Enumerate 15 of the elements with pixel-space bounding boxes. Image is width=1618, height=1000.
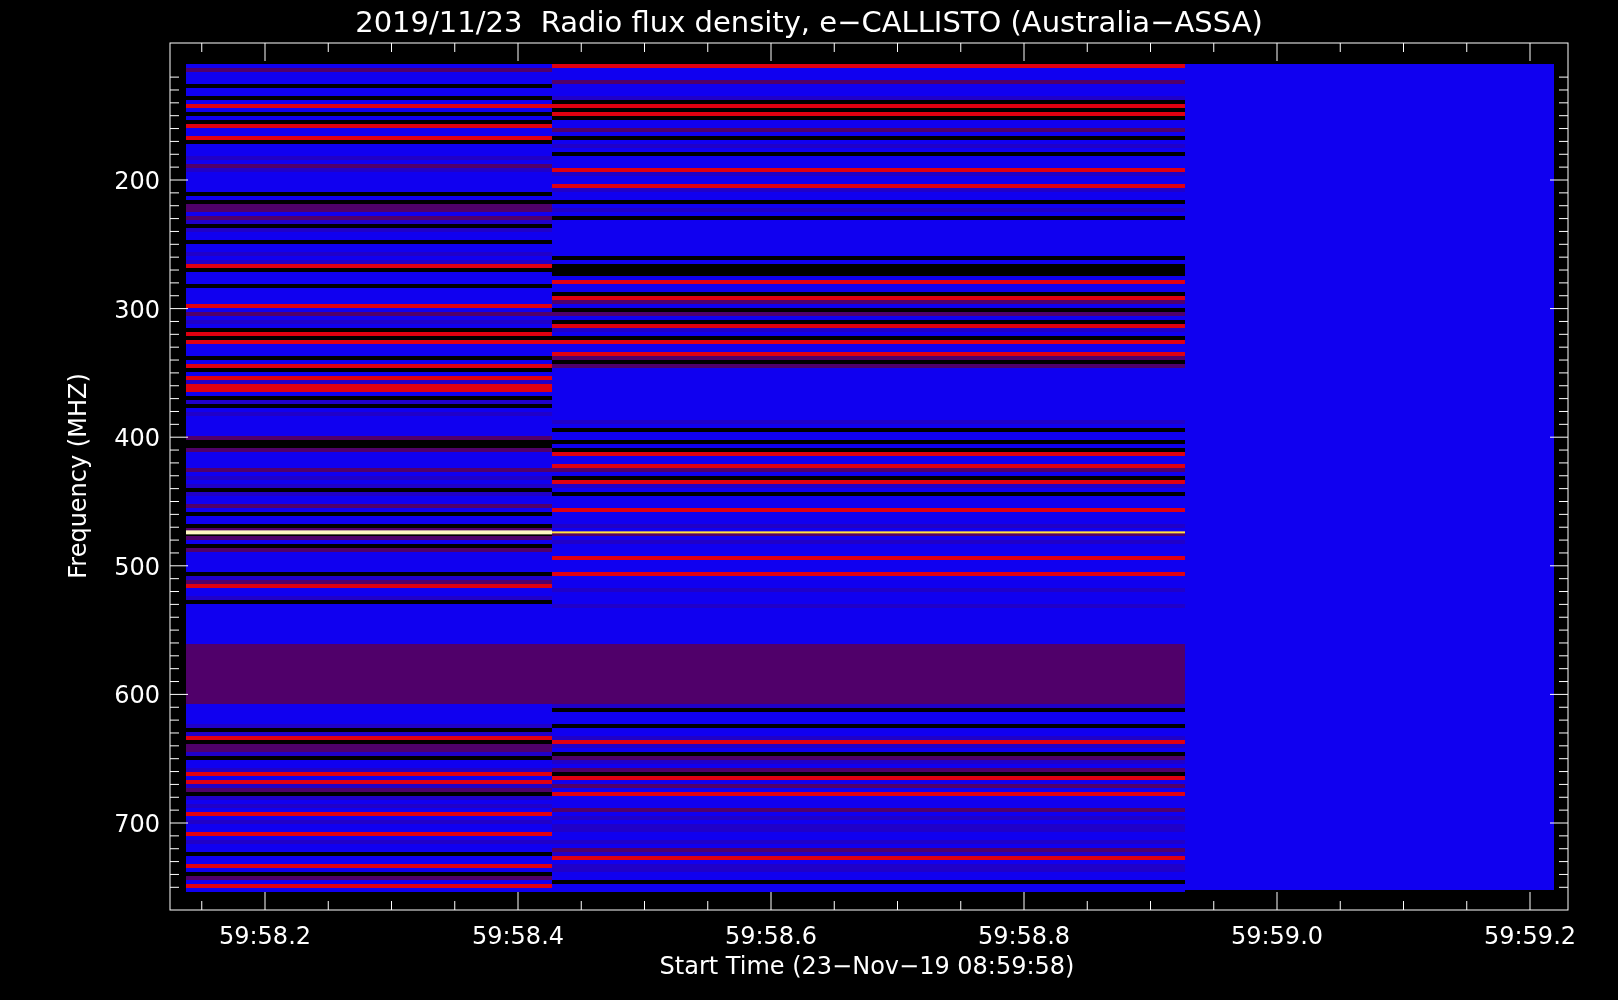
chart-title: 2019/11/23 Radio flux density, e−CALLISTO (Australia−ASSA)	[355, 5, 1263, 39]
axis-tick-label: 59:58.2	[218, 922, 312, 950]
axis-tick-label: 59:59.2	[1483, 922, 1577, 950]
axis-tick-label: 600	[114, 681, 160, 710]
axis-tick-label: 400	[114, 424, 160, 453]
axis-tick-label: 700	[114, 810, 160, 838]
x-axis-label: Start Time (23−Nov−19 08:59:58)	[659, 952, 1075, 980]
axis-tick-label: 59:58.4	[471, 922, 565, 950]
axis-tick-label: 200	[114, 167, 160, 195]
axis-tick-label: 59:59.0	[1230, 922, 1324, 950]
axis-tick-label: 59:58.8	[977, 922, 1071, 950]
y-axis-label: Frequency (MHZ)	[64, 373, 92, 579]
axis-tick-label: 500	[114, 552, 160, 581]
axis-tick-label: 300	[114, 295, 160, 324]
axis-tick-label: 59:58.6	[724, 922, 818, 950]
